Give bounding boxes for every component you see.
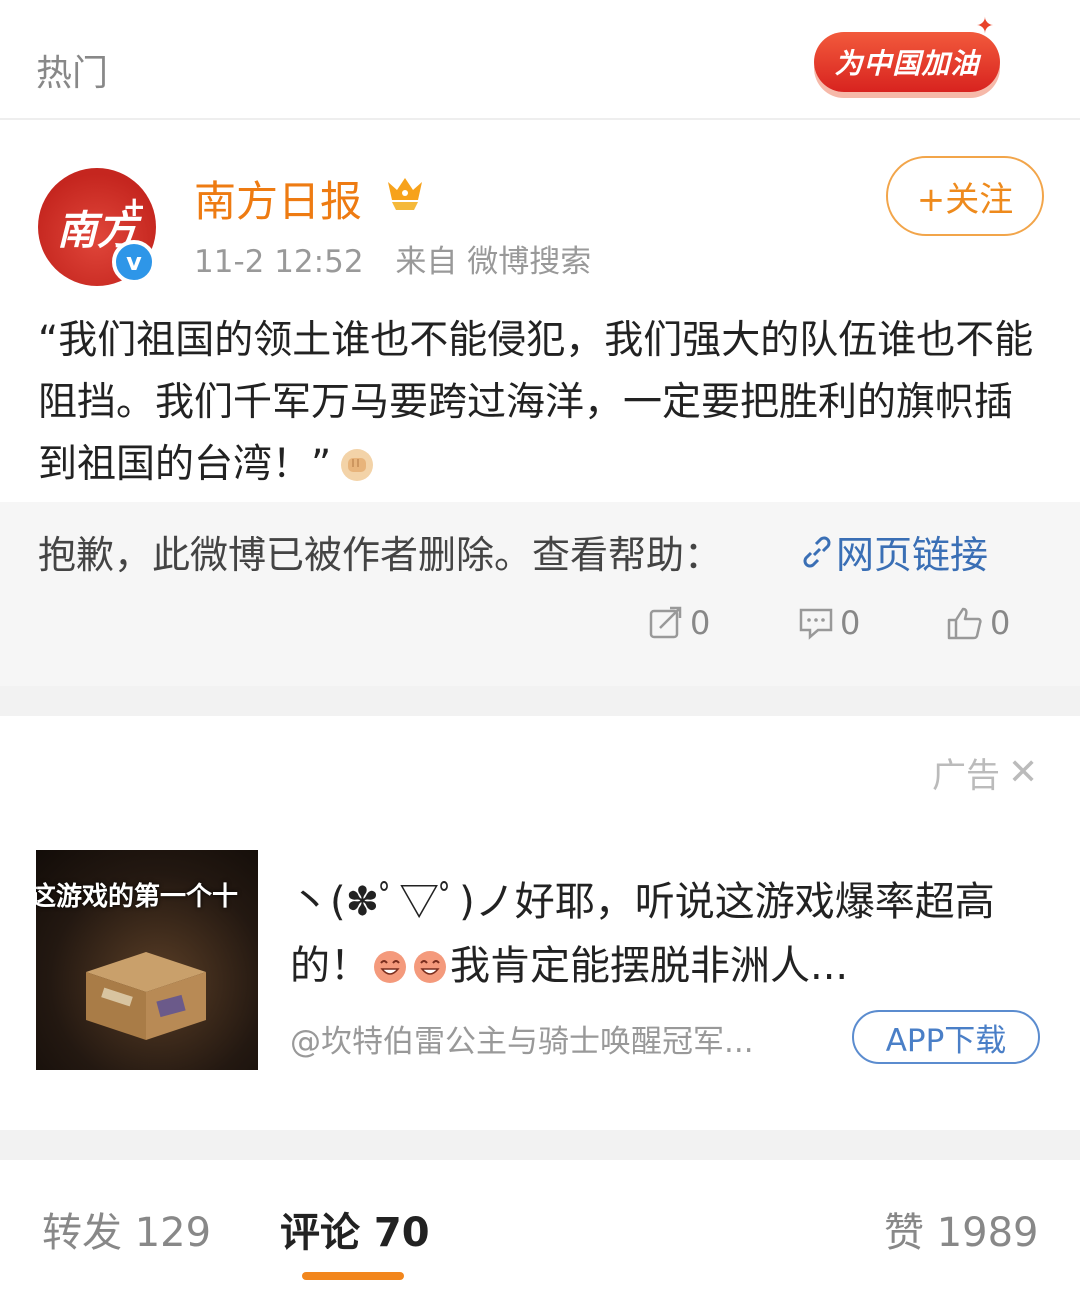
member-crown-icon [388, 178, 422, 210]
ad-thumbnail-caption: 这游戏的第一个十 [36, 882, 239, 912]
ad-text: 丶(✽ﾟ▽ﾟ)ノ好耶，听说这游戏爆率超高的！ 我肯定能摆脱非洲人... [290, 870, 1050, 998]
tab-like[interactable]: 赞 1989 [884, 1200, 1039, 1258]
laughing-emoji-icon [374, 951, 406, 983]
author-name[interactable]: 南方日报 [194, 168, 362, 229]
post-time: 11-2 12:52 [194, 244, 364, 280]
link-icon [803, 536, 831, 567]
post-source: 来自 微博搜索 [395, 244, 592, 280]
post-body: “我们祖国的领土谁也不能侵犯，我们强大的队伍谁也不能阻挡。我们千军万马要跨过海洋… [38, 318, 1034, 487]
fist-emoji-icon [341, 449, 374, 481]
ad-card[interactable]: 广告 ✕ 这游戏的第一个十 丶(✽ﾟ▽ﾟ)ノ好耶，听说这游戏爆率超高的！ 我肯定… [0, 716, 1080, 1130]
close-icon[interactable]: ✕ [1008, 752, 1038, 793]
sparkle-icon: ✦ [975, 14, 995, 39]
comment-icon [799, 608, 833, 640]
repost-icon [649, 606, 682, 639]
section-divider [0, 686, 1080, 716]
comment-count: 0 [840, 604, 861, 642]
avatar-plus-icon: + [122, 190, 146, 223]
deleted-repost-box: 抱歉，此微博已被作者删除。查看帮助： 网页链接 0 0 0 [0, 502, 1080, 686]
ad-thumbnail[interactable]: 这游戏的第一个十 [36, 850, 258, 1070]
ad-text-part2: 我肯定能摆脱非洲人... [450, 943, 849, 989]
tab-repost[interactable]: 转发 129 [42, 1200, 211, 1258]
page-title: 热门 [36, 53, 109, 94]
repost-stat[interactable]: 0 [648, 604, 710, 642]
post-text: “我们祖国的领土谁也不能侵犯，我们强大的队伍谁也不能阻挡。我们千军万马要跨过海洋… [38, 310, 1048, 496]
web-link[interactable]: 网页链接 [798, 524, 988, 579]
web-link-label: 网页链接 [836, 533, 989, 577]
active-tab-indicator [302, 1272, 404, 1280]
verified-icon: v [112, 240, 156, 284]
top-bar: 热门 为中国加油 ✦ [0, 0, 1080, 120]
deleted-notice: 抱歉，此微博已被作者删除。查看帮助： [38, 533, 723, 577]
like-stat[interactable]: 0 [946, 604, 1010, 642]
cardboard-box-icon [86, 952, 206, 1040]
laughing-emoji-icon [414, 951, 446, 983]
ad-label-text: 广告 [932, 756, 1000, 796]
comment-stat[interactable]: 0 [798, 604, 860, 642]
weibo-post: 南方 + v 南方日报 11-2 12:52 来自 微博搜索 +关注 “我们祖国… [0, 120, 1080, 686]
follow-button[interactable]: +关注 [886, 156, 1044, 236]
ad-source[interactable]: @坎特伯雷公主与骑士唤醒冠军... [290, 1016, 754, 1061]
app-download-button[interactable]: APP下载 [852, 1010, 1040, 1064]
ad-label: 广告 ✕ [932, 748, 1038, 797]
thumbs-up-icon [947, 607, 982, 640]
cheer-china-badge[interactable]: 为中国加油 ✦ [808, 14, 1002, 110]
section-divider [0, 1130, 1080, 1160]
interaction-tabs: 转发 129 评论 70 赞 1989 [0, 1160, 1080, 1294]
cheer-china-badge-label: 为中国加油 [814, 32, 1000, 92]
post-meta: 11-2 12:52 来自 微博搜索 [194, 236, 613, 281]
repost-count: 0 [690, 604, 711, 642]
like-count: 0 [990, 604, 1011, 642]
tab-comment[interactable]: 评论 70 [280, 1200, 430, 1258]
